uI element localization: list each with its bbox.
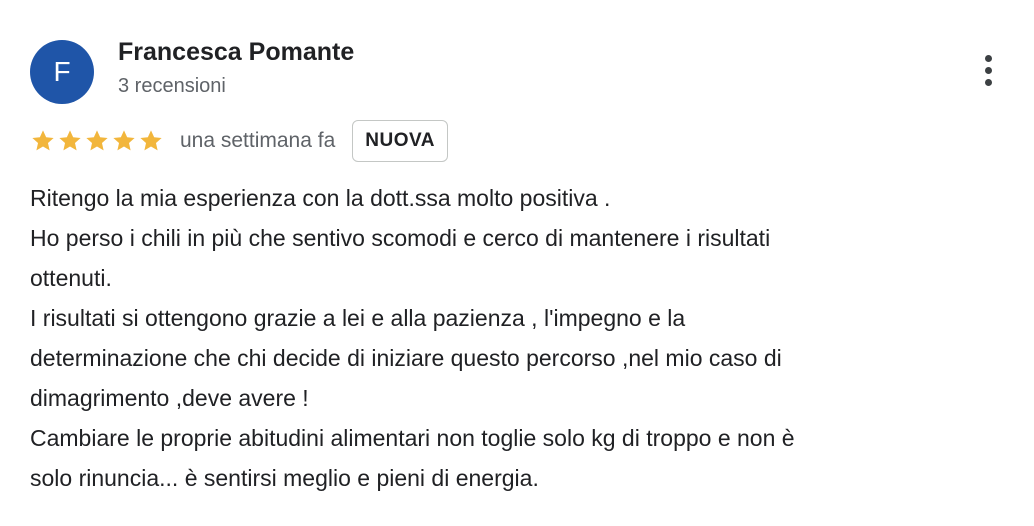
review-text-line: dimagrimento ,deve avere ! [30, 385, 309, 411]
review-text-line: solo rinuncia... è sentirsi meglio e pie… [30, 465, 539, 491]
star-icon [59, 130, 81, 151]
review-text-line: determinazione che chi decide di iniziar… [30, 345, 782, 371]
review-text-line: Ho perso i chili in più che sentivo scom… [30, 225, 771, 251]
review-count: 3 recensioni [118, 75, 226, 97]
more-vert-icon [984, 54, 992, 62]
review-text: Ritengo la mia esperienza con la dott.ss… [30, 178, 1020, 498]
star-icon [32, 130, 54, 151]
star-icon [86, 130, 108, 151]
more-options-button[interactable] [974, 50, 1002, 90]
star-icon [113, 130, 135, 151]
review-text-line: Cambiare le proprie abitudini alimentari… [30, 425, 795, 451]
review-meta: una settimana fa NUOVA [30, 119, 448, 163]
review-text-line: ottenuti. [30, 265, 112, 291]
review-text-line: Ritengo la mia esperienza con la dott.ss… [30, 185, 611, 211]
star-icon [140, 130, 162, 151]
more-vert-icon-dot [984, 78, 992, 86]
more-vert-icon-dot [984, 66, 992, 74]
review-date: una settimana fa [180, 129, 336, 152]
author-name[interactable]: Francesca Pomante [118, 38, 354, 67]
review-card: F Francesca Pomante 3 recensioni una set… [0, 0, 1034, 526]
avatar[interactable]: F [30, 40, 94, 104]
avatar-initial: F [53, 56, 71, 87]
new-badge: NUOVA [352, 120, 448, 162]
review-text-line: I risultati si ottengono grazie a lei e … [30, 305, 686, 331]
star-rating [30, 128, 164, 154]
